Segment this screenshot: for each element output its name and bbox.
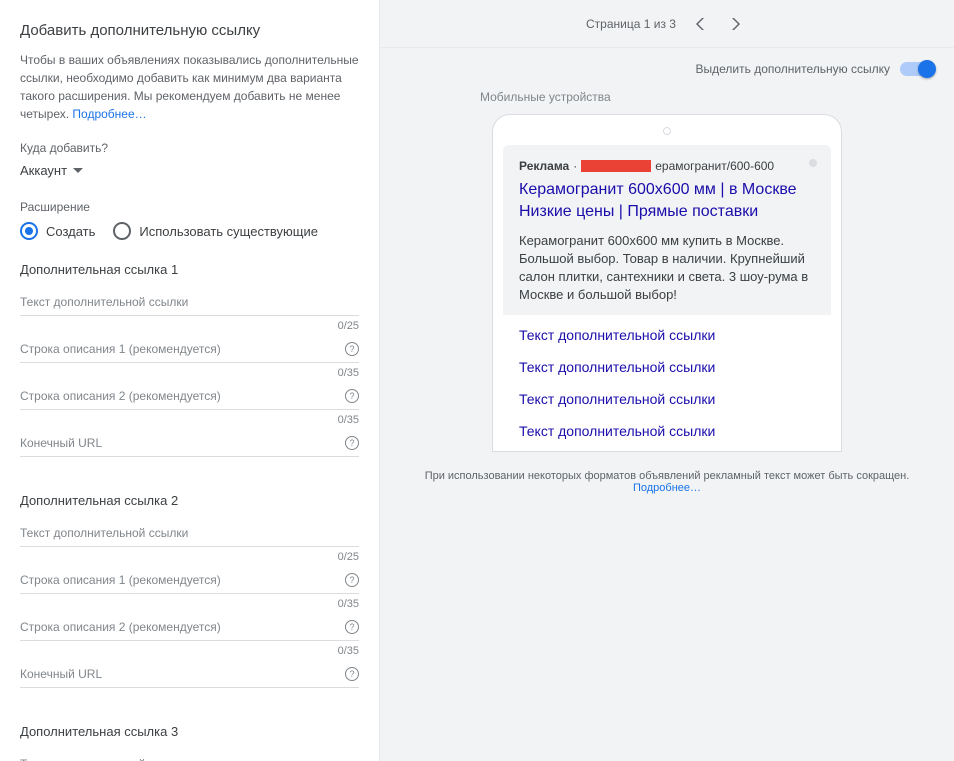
field-label: Строка описания 1 (рекомендуется) <box>20 342 221 356</box>
field-label: Строка описания 2 (рекомендуется) <box>20 389 221 403</box>
radio-icon <box>113 222 131 240</box>
ad-url-suffix: ерамогранит/600-600 <box>655 159 774 173</box>
desc1-input[interactable]: Строка описания 1 (рекомендуется) ? <box>20 573 359 594</box>
sitelink-text-input[interactable]: Текст дополнительной ссылки <box>20 526 359 547</box>
extension-label: Расширение <box>20 200 359 214</box>
speaker-icon <box>663 127 671 135</box>
page-title: Добавить дополнительную ссылку <box>20 22 359 39</box>
chevron-right-icon <box>732 18 740 30</box>
counter: 0/35 <box>20 414 359 426</box>
radio-create[interactable]: Создать <box>20 222 95 240</box>
where-label: Куда добавить? <box>20 141 359 155</box>
pager-text: Страница 1 из 3 <box>586 17 676 31</box>
ad-url-bullet: · <box>573 159 577 173</box>
desc2-input[interactable]: Строка описания 2 (рекомендуется) ? <box>20 389 359 410</box>
footnote-link[interactable]: Подробнее… <box>633 482 701 494</box>
field-label: Текст дополнительной ссылки <box>20 295 188 309</box>
desc1-input[interactable]: Строка описания 1 (рекомендуется) ? <box>20 342 359 363</box>
account-dropdown[interactable]: Аккаунт <box>20 163 359 178</box>
sitelink-preview: Текст дополнительной ссылки <box>503 319 831 351</box>
sitelink-group-2-title: Дополнительная ссылка 2 <box>20 493 359 508</box>
help-icon[interactable]: ? <box>345 436 359 450</box>
counter: 0/35 <box>20 645 359 657</box>
learn-more-link[interactable]: Подробнее… <box>72 107 146 121</box>
counter: 0/35 <box>20 367 359 379</box>
field-label: Конечный URL <box>20 436 102 450</box>
field-label: Текст дополнительной ссылки <box>20 526 188 540</box>
counter: 0/35 <box>20 598 359 610</box>
radio-create-label: Создать <box>46 224 95 239</box>
page-description: Чтобы в ваших объявлениях показывались д… <box>20 51 359 123</box>
ad-description: Керамогранит 600х600 мм купить в Москве.… <box>519 232 815 305</box>
final-url-input[interactable]: Конечный URL ? <box>20 436 359 457</box>
desc2-input[interactable]: Строка описания 2 (рекомендуется) ? <box>20 620 359 641</box>
help-icon[interactable]: ? <box>345 573 359 587</box>
counter: 0/25 <box>20 320 359 332</box>
ad-headline: Керамогранит 600х600 мм | в Москве Низки… <box>519 179 815 224</box>
highlight-toggle[interactable] <box>900 62 934 76</box>
radio-existing-label: Использовать существующие <box>139 224 318 239</box>
ad-menu-icon <box>809 159 817 167</box>
help-icon[interactable]: ? <box>345 667 359 681</box>
field-label: Строка описания 1 (рекомендуется) <box>20 573 221 587</box>
field-label: Строка описания 2 (рекомендуется) <box>20 620 221 634</box>
sitelink-preview: Текст дополнительной ссылки <box>503 383 831 415</box>
help-icon[interactable]: ? <box>345 389 359 403</box>
desc-text: Чтобы в ваших объявлениях показывались д… <box>20 53 359 121</box>
help-icon[interactable]: ? <box>345 620 359 634</box>
field-label: Конечный URL <box>20 667 102 681</box>
sitelink-text-input[interactable]: Текст дополнительной ссылки <box>20 757 359 761</box>
sitelink-text-input[interactable]: Текст дополнительной ссылки <box>20 295 359 316</box>
preview-footnote: При использовании некоторых форматов объ… <box>400 452 934 512</box>
field-label: Текст дополнительной ссылки <box>20 757 188 761</box>
sitelink-preview: Текст дополнительной ссылки <box>503 415 831 447</box>
chevron-down-icon <box>73 168 83 173</box>
final-url-input[interactable]: Конечный URL ? <box>20 667 359 688</box>
counter: 0/25 <box>20 551 359 563</box>
ad-badge: Реклама <box>519 159 569 173</box>
ad-preview-card: Реклама · ерамогранит/600-600 Керамогран… <box>503 145 831 451</box>
device-label: Мобильные устройства <box>480 90 611 104</box>
sitelink-group-1-title: Дополнительная ссылка 1 <box>20 262 359 277</box>
pager-next-button[interactable] <box>724 12 748 36</box>
radio-existing[interactable]: Использовать существующие <box>113 222 318 240</box>
pager-prev-button[interactable] <box>688 12 712 36</box>
dropdown-value: Аккаунт <box>20 163 67 178</box>
chevron-left-icon <box>696 18 704 30</box>
radio-icon <box>20 222 38 240</box>
redacted-url <box>581 160 651 172</box>
mobile-preview: Реклама · ерамогранит/600-600 Керамогран… <box>492 114 842 452</box>
sitelink-preview: Текст дополнительной ссылки <box>503 351 831 383</box>
sitelink-group-3-title: Дополнительная ссылка 3 <box>20 724 359 739</box>
highlight-toggle-label: Выделить дополнительную ссылку <box>696 62 890 76</box>
help-icon[interactable]: ? <box>345 342 359 356</box>
